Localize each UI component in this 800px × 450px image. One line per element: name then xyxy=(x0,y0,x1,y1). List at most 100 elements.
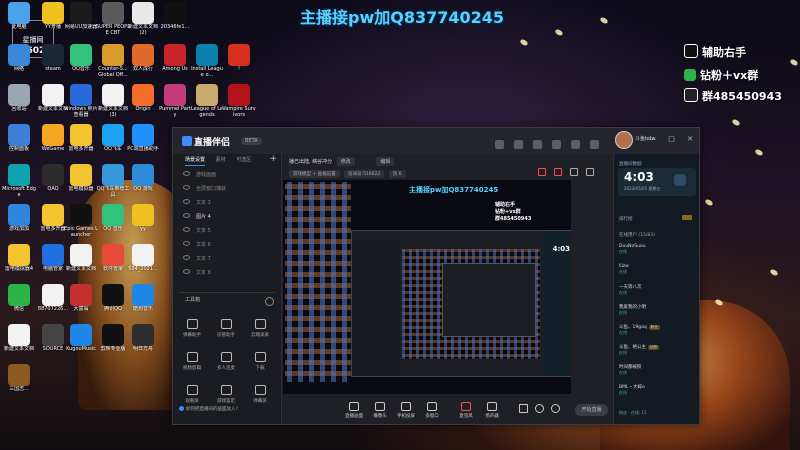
desktop-icon[interactable]: yy xyxy=(126,204,160,238)
eye-icon[interactable] xyxy=(183,213,190,218)
desktop-icon[interactable]: windows 照片查看器 xyxy=(64,84,98,118)
desktop-icon[interactable]: Vampire Survivors xyxy=(222,84,256,118)
desktop-icon[interactable]: Among Us xyxy=(158,44,192,78)
desktop-icon[interactable]: 新建文本文档 (3) xyxy=(96,84,130,118)
online-users-section[interactable]: 在线用户 (15/83) xyxy=(619,232,655,238)
desktop-icon[interactable]: Epic Games Launcher xyxy=(64,204,98,238)
speaker-button[interactable]: 扬声器 xyxy=(481,402,503,419)
desktop-icon[interactable]: 微信 xyxy=(2,284,36,318)
scene-row[interactable]: 文本 7 xyxy=(183,255,211,262)
list-item[interactable]: BML・大嫁o 在线 xyxy=(619,384,694,396)
avatar[interactable] xyxy=(615,131,633,149)
camera-small-icon[interactable] xyxy=(519,404,528,413)
list-item[interactable]: 一天等八次 在线 xyxy=(619,284,694,296)
bell-icon[interactable] xyxy=(571,140,580,149)
desktop-icon[interactable]: 雷电模拟器 xyxy=(64,164,98,198)
scene-row[interactable]: 文本 8 xyxy=(183,269,211,276)
scene-row[interactable]: 文本 3 xyxy=(183,199,211,206)
sound-icon[interactable] xyxy=(535,404,544,413)
desktop-icon[interactable]: QQ飞车 xyxy=(96,124,130,158)
settings-icon[interactable] xyxy=(551,404,560,413)
rank-section[interactable]: 排行榜 xyxy=(619,216,633,222)
edit-category-button[interactable]: 编辑 xyxy=(376,157,395,166)
list-item[interactable]: 斗鱼、19gaq 粉丝 在线 xyxy=(619,324,694,336)
desktop-icon[interactable]: 控制面板 xyxy=(2,124,36,158)
tool-download[interactable]: 下载 xyxy=(247,352,273,371)
shirt-icon[interactable] xyxy=(552,140,561,149)
stream-preview[interactable]: 主播接pw加Q837740245 辅助右手 钻粉+vx群 群485450943 … xyxy=(283,180,571,394)
desktop-icon[interactable]: 雷电多开器 xyxy=(64,124,98,158)
desktop-icon[interactable]: SUPER PEOPLE CBT xyxy=(96,2,130,36)
desktop-icon[interactable]: 三国志... xyxy=(2,364,36,398)
desktop-icon[interactable]: 新建文本文档 (2) xyxy=(126,2,160,36)
message-icon[interactable] xyxy=(514,140,523,149)
tool-cloud-record[interactable]: 云端录屏 xyxy=(247,319,273,338)
list-item[interactable]: 斗鱼、格公主 钻粉 在线 xyxy=(619,344,694,356)
close-button[interactable]: ✕ xyxy=(687,135,693,143)
desktop-icon[interactable]: 雷电模拟器4 xyxy=(2,244,36,278)
desktop-icon[interactable]: 剪映专业版 xyxy=(96,324,130,358)
clip-icon[interactable] xyxy=(554,168,562,176)
layout-chip[interactable]: 游戏模型 + 画幅设置 xyxy=(289,170,340,178)
desktop-icon[interactable]: 大富翁 xyxy=(64,284,98,318)
maximize-button[interactable]: □ xyxy=(668,135,675,143)
desktop-icon[interactable]: KugouMusic xyxy=(64,324,98,358)
tool-danmu-screen[interactable]: 弹幕屏 xyxy=(247,385,273,404)
desktop-icon[interactable]: QQ 游戏 xyxy=(126,164,160,198)
eye-icon[interactable] xyxy=(183,185,190,190)
eye-icon[interactable] xyxy=(183,241,190,246)
phone-cast-button[interactable]: 手机投屏 xyxy=(395,402,417,419)
scene-row[interactable]: 图片 4 xyxy=(183,213,211,220)
desktop-icon[interactable]: ! xyxy=(222,44,256,78)
source-screen-button[interactable]: 直播画面 xyxy=(343,402,365,419)
desktop-icon[interactable]: Counter-S... Global Off... xyxy=(96,44,130,78)
tool-room-admin[interactable]: 房管助手 xyxy=(213,319,239,338)
multi-window-button[interactable]: 多窗口 xyxy=(421,402,443,419)
tool-watch-screen[interactable]: 观看屏 xyxy=(179,385,205,404)
menu-icon[interactable] xyxy=(590,140,599,149)
go-live-button[interactable]: 开始直播 xyxy=(575,404,608,416)
desktop-icon[interactable]: 20346fe1... xyxy=(158,2,192,36)
list-item[interactable]: 时间都被照 在线 xyxy=(619,364,694,376)
desktop-icon[interactable]: 软件管家 xyxy=(96,244,130,278)
desktop-icon[interactable]: 酷狗音乐 xyxy=(126,284,160,318)
desktop-icon[interactable]: 网络 xyxy=(2,44,36,78)
screenshot-icon[interactable] xyxy=(570,168,578,176)
desktop-icon[interactable]: 此电脑 xyxy=(2,2,36,36)
desktop-icon[interactable]: Origin xyxy=(126,84,160,118)
desktop-icon[interactable]: 网易UU加速器 xyxy=(64,2,98,36)
tool-danmu-helper[interactable]: 弹幕助手 xyxy=(179,319,205,338)
scene-row[interactable]: 文本 6 xyxy=(183,241,211,248)
edit-title-button[interactable]: 修改 xyxy=(336,157,355,166)
desktop-icon[interactable]: 584_2021... xyxy=(126,244,160,278)
minimize-button[interactable]: — xyxy=(649,135,656,143)
gift-icon[interactable] xyxy=(495,140,504,149)
add-scene-button[interactable]: + xyxy=(269,154,277,164)
tab-material[interactable]: 素材 xyxy=(216,157,226,163)
share-icon[interactable] xyxy=(586,168,594,176)
scene-row[interactable]: 游戏画面 xyxy=(183,171,216,178)
desktop-icon[interactable]: 腾讯QQ xyxy=(96,284,130,318)
desktop-icon[interactable]: 明日方舟 xyxy=(126,324,160,358)
scene-row[interactable]: 文本 5 xyxy=(183,227,211,234)
list-item[interactable]: DuuNoSuou 在线 xyxy=(619,244,694,255)
desktop-icon[interactable]: League of Legends xyxy=(190,84,224,118)
eye-icon[interactable] xyxy=(183,199,190,204)
scene-row[interactable]: 全屏窗口捕获 xyxy=(183,185,226,192)
eye-icon[interactable] xyxy=(183,227,190,232)
desktop-icon[interactable]: 新建文本文档 xyxy=(2,324,36,358)
desktop-icon[interactable]: PC端直播助手 xyxy=(126,124,160,158)
desktop-icon[interactable]: QQ飞车推荐工具 xyxy=(96,164,130,198)
desktop-icon[interactable]: 双人成行 xyxy=(126,44,160,78)
toolbox-more-button[interactable] xyxy=(265,297,274,306)
tab-optional[interactable]: 可选区 xyxy=(236,157,251,163)
help-tip[interactable]: 如何把直播间的画面放入? xyxy=(179,406,275,412)
eye-icon[interactable] xyxy=(183,171,190,176)
desktop-icon[interactable]: QQ 音乐 xyxy=(96,204,130,238)
microphone-button[interactable]: 麦克风 xyxy=(455,402,477,419)
tool-multi-mic[interactable]: 多人连麦 xyxy=(213,352,239,371)
list-item[interactable]: 我爱我的小明 在线 xyxy=(619,304,694,316)
tool-video-edit[interactable]: 视频剪辑 xyxy=(179,352,205,371)
list-item[interactable]: lilzw 在线 xyxy=(619,264,694,275)
desktop-icon[interactable]: Microsoft Edge xyxy=(2,164,36,198)
